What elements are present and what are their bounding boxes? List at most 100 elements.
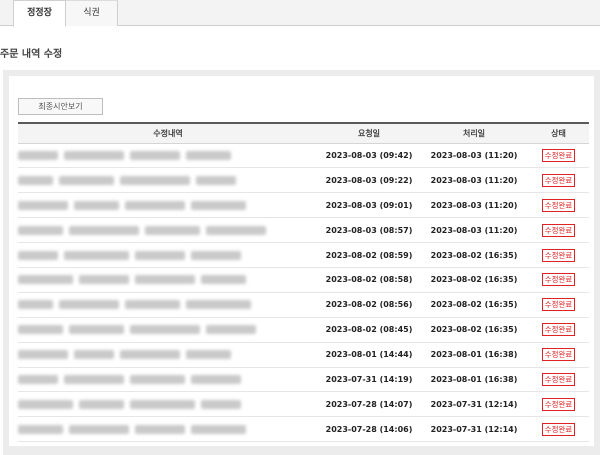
- redacted-text: [69, 424, 129, 434]
- redacted-text: [191, 250, 241, 260]
- page-title: 주문 내역 수정: [0, 49, 63, 60]
- redacted-text: [125, 300, 180, 310]
- redacted-text: [135, 424, 185, 434]
- redacted-text: [18, 175, 53, 185]
- edit-description-cell: [18, 391, 318, 418]
- status-badge[interactable]: 수정완료: [541, 148, 576, 162]
- processed-date-cell: 2023-08-02 (16:35): [420, 317, 528, 343]
- table-row: 2023-07-28 (14:06) 2023-07-31 (12:14) 수정완료: [18, 416, 589, 443]
- requested-date-cell: 2023-08-03 (08:57): [318, 217, 420, 244]
- status-badge[interactable]: 수정완료: [541, 397, 576, 411]
- redacted-text: [79, 275, 129, 285]
- table-row: 2023-08-03 (08:57) 2023-08-03 (11:20) 수정완료: [18, 217, 589, 244]
- redacted-text: [191, 374, 241, 384]
- requested-date-cell: 2023-07-31 (14:19): [318, 367, 420, 393]
- column-header-processed: 처리일: [420, 122, 528, 144]
- status-badge[interactable]: 수정완료: [541, 173, 576, 187]
- redacted-text: [206, 325, 256, 335]
- redacted-text: [18, 374, 58, 384]
- processed-date-cell: 2023-08-01 (16:38): [420, 367, 528, 393]
- requested-date-cell: 2023-08-01 (14:44): [318, 342, 420, 368]
- redacted-text: [59, 300, 119, 310]
- status-badge[interactable]: 수정완료: [541, 348, 576, 362]
- redacted-text: [79, 399, 124, 409]
- table-row: 2023-07-28 (14:07) 2023-07-31 (12:14) 수정완료: [18, 391, 589, 418]
- requested-date-cell: 2023-08-02 (08:45): [318, 317, 420, 343]
- status-badge[interactable]: 수정완료: [541, 422, 576, 436]
- redacted-text: [196, 175, 236, 185]
- requested-date-cell: 2023-08-02 (08:56): [318, 292, 420, 318]
- edit-description-cell: [18, 267, 318, 293]
- redacted-text: [64, 150, 124, 160]
- redacted-text: [69, 225, 139, 235]
- processed-date-cell: 2023-08-02 (16:35): [420, 292, 528, 318]
- processed-date-cell: 2023-08-03 (11:20): [420, 167, 528, 194]
- redacted-text: [18, 150, 58, 160]
- table-row: 2023-08-02 (08:58) 2023-08-02 (16:35) 수정완료: [18, 267, 589, 293]
- redacted-text: [74, 200, 119, 210]
- redacted-text: [18, 250, 58, 260]
- column-header-status: 상태: [528, 122, 589, 144]
- redacted-text: [18, 424, 63, 434]
- requested-date-cell: 2023-07-28 (14:07): [318, 391, 420, 418]
- processed-date-cell: 2023-07-31 (12:14): [420, 391, 528, 418]
- status-badge[interactable]: 수정완료: [541, 273, 576, 287]
- status-badge[interactable]: 수정완료: [541, 223, 576, 237]
- status-badge[interactable]: 수정완료: [541, 298, 576, 312]
- redacted-text: [64, 374, 124, 384]
- status-badge[interactable]: 수정완료: [541, 198, 576, 212]
- edit-description-cell: [18, 242, 318, 268]
- tab-main[interactable]: 정정장: [13, 0, 66, 27]
- table-row: 2023-07-31 (14:19) 2023-08-01 (16:38) 수정완료: [18, 367, 589, 393]
- edit-description-cell: [18, 143, 318, 169]
- status-badge[interactable]: 수정완료: [541, 372, 576, 386]
- table-row: 2023-08-03 (09:22) 2023-08-03 (11:20) 수정완료: [18, 167, 589, 194]
- processed-date-cell: 2023-08-03 (11:20): [420, 192, 528, 219]
- processed-date-cell: 2023-08-03 (11:20): [420, 217, 528, 244]
- redacted-text: [74, 350, 114, 360]
- requested-date-cell: 2023-08-03 (09:22): [318, 167, 420, 194]
- edit-description-cell: [18, 217, 318, 244]
- redacted-text: [130, 374, 185, 384]
- status-cell: 수정완료: [528, 167, 589, 194]
- tab-bar: 정정장 식권: [0, 0, 600, 27]
- edit-description-cell: [18, 367, 318, 393]
- redacted-text: [130, 325, 200, 335]
- status-cell: 수정완료: [528, 317, 589, 343]
- redacted-text: [125, 200, 185, 210]
- status-cell: 수정완료: [528, 192, 589, 219]
- redacted-text: [120, 350, 180, 360]
- edit-description-cell: [18, 167, 318, 194]
- processed-date-cell: 2023-08-03 (11:20): [420, 143, 528, 169]
- status-cell: 수정완료: [528, 342, 589, 368]
- tab-meal-ticket[interactable]: 식권: [66, 0, 118, 26]
- redacted-text: [135, 275, 195, 285]
- redacted-text: [206, 225, 266, 235]
- redacted-text: [186, 350, 231, 360]
- status-cell: 수정완료: [528, 217, 589, 244]
- redacted-text: [18, 325, 63, 335]
- status-cell: 수정완료: [528, 267, 589, 293]
- redacted-text: [201, 275, 246, 285]
- redacted-text: [64, 250, 129, 260]
- status-badge[interactable]: 수정완료: [541, 248, 576, 262]
- requested-date-cell: 2023-08-02 (08:59): [318, 242, 420, 268]
- requested-date-cell: 2023-08-03 (09:42): [318, 143, 420, 169]
- edit-description-cell: [18, 317, 318, 343]
- status-cell: 수정완료: [528, 391, 589, 418]
- column-header-description: 수정내역: [18, 122, 318, 144]
- processed-date-cell: 2023-08-02 (16:35): [420, 242, 528, 268]
- status-cell: 수정완료: [528, 416, 589, 443]
- table-row: 2023-08-02 (08:56) 2023-08-02 (16:35) 수정완료: [18, 292, 589, 318]
- processed-date-cell: 2023-07-31 (12:14): [420, 416, 528, 443]
- redacted-text: [186, 150, 231, 160]
- redacted-text: [201, 399, 241, 409]
- edit-description-cell: [18, 292, 318, 318]
- edit-history-table: 수정내역 요청일 처리일 상태 2023-08-03 (09:42) 2023-0…: [18, 122, 589, 443]
- status-cell: 수정완료: [528, 242, 589, 268]
- status-badge[interactable]: 수정완료: [541, 323, 576, 337]
- table-row: 2023-08-01 (14:44) 2023-08-01 (16:38) 수정완료: [18, 342, 589, 368]
- redacted-text: [135, 250, 185, 260]
- view-final-draft-button[interactable]: 최종시안보기: [18, 98, 103, 115]
- redacted-text: [18, 225, 63, 235]
